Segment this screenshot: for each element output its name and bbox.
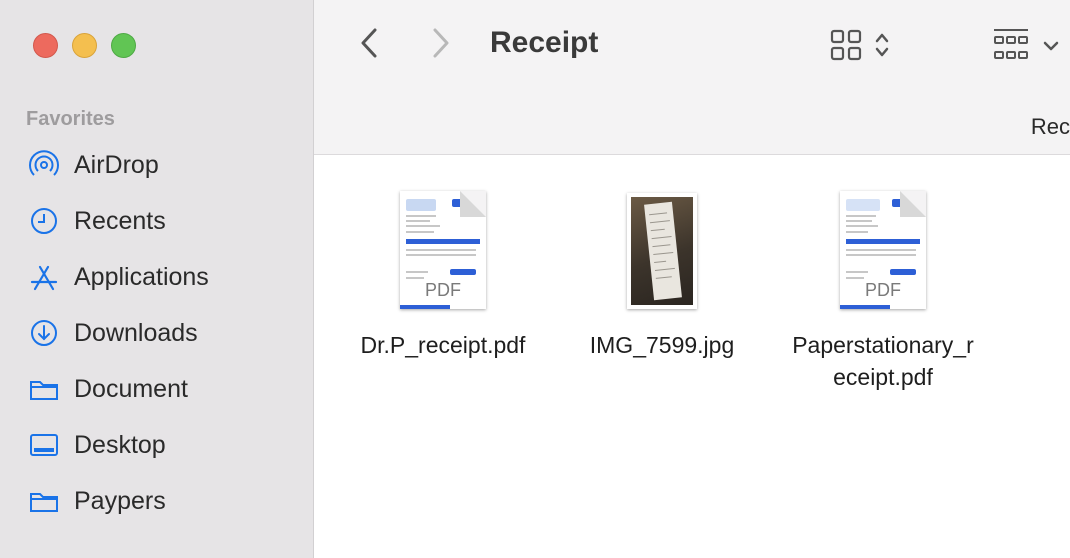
folder-icon	[29, 373, 62, 406]
image-thumbnail	[627, 185, 697, 309]
applications-icon	[29, 261, 62, 294]
sidebar-item-label: Paypers	[74, 486, 166, 515]
pdf-thumbnail: PDF	[400, 185, 486, 309]
clock-icon	[29, 205, 62, 238]
sidebar-list: AirDrop Recents Applications Downloads D…	[0, 137, 313, 529]
sidebar-item-label: Downloads	[74, 318, 198, 347]
sidebar-item-recents[interactable]: Recents	[0, 193, 313, 249]
sidebar-item-label: Applications	[74, 262, 209, 291]
close-button[interactable]	[33, 33, 58, 58]
view-mode-button[interactable]	[830, 29, 890, 66]
window-title: Receipt	[490, 26, 599, 59]
minimize-button[interactable]	[72, 33, 97, 58]
file-item[interactable]: PDF Dr.P_receipt.pdf	[333, 185, 553, 361]
sidebar-item-label: Desktop	[74, 430, 166, 459]
pdf-badge: PDF	[865, 280, 901, 300]
chevron-right-icon	[431, 27, 451, 64]
chevron-updown-icon	[874, 30, 890, 65]
file-item[interactable]: PDF Paperstationary_r eceipt.pdf	[773, 185, 993, 393]
folder-icon	[29, 485, 62, 518]
airdrop-icon	[29, 149, 62, 182]
zoom-button[interactable]	[111, 33, 136, 58]
download-icon	[29, 317, 62, 350]
column-header-truncated[interactable]: Rec	[1031, 114, 1070, 140]
sidebar-item-document[interactable]: Document	[0, 361, 313, 417]
sidebar-item-label: AirDrop	[74, 150, 159, 179]
window-controls	[33, 33, 136, 58]
sidebar-item-label: Recents	[74, 206, 166, 235]
pdf-thumbnail: PDF	[840, 185, 926, 309]
sidebar-item-applications[interactable]: Applications	[0, 249, 313, 305]
file-name: IMG_7599.jpg	[589, 332, 735, 358]
group-view-icon	[993, 28, 1029, 67]
pdf-badge: PDF	[425, 280, 461, 300]
file-item[interactable]: IMG_7599.jpg	[552, 185, 772, 361]
file-name: Dr.P_receipt.pdf	[360, 332, 526, 358]
grid-view-icon	[830, 29, 862, 66]
group-button[interactable]	[993, 28, 1059, 67]
sidebar-item-label: Document	[74, 374, 188, 403]
file-grid: PDF Dr.P_receipt.pdf IMG_7599.jpg PDF Pa…	[314, 155, 1070, 558]
sidebar-item-paypers[interactable]: Paypers	[0, 473, 313, 529]
back-button[interactable]	[352, 28, 386, 62]
file-name: Paperstationary_r eceipt.pdf	[792, 332, 974, 390]
desktop-icon	[29, 429, 62, 462]
sidebar-section-favorites: Favorites	[26, 108, 115, 130]
sidebar-item-desktop[interactable]: Desktop	[0, 417, 313, 473]
sidebar: Favorites AirDrop Recents Applications D…	[0, 0, 314, 558]
sidebar-item-downloads[interactable]: Downloads	[0, 305, 313, 361]
forward-button[interactable]	[424, 28, 458, 62]
chevron-left-icon	[359, 27, 379, 64]
chevron-down-icon	[1043, 39, 1059, 57]
toolbar: Receipt Rec	[314, 0, 1070, 155]
sidebar-item-airdrop[interactable]: AirDrop	[0, 137, 313, 193]
